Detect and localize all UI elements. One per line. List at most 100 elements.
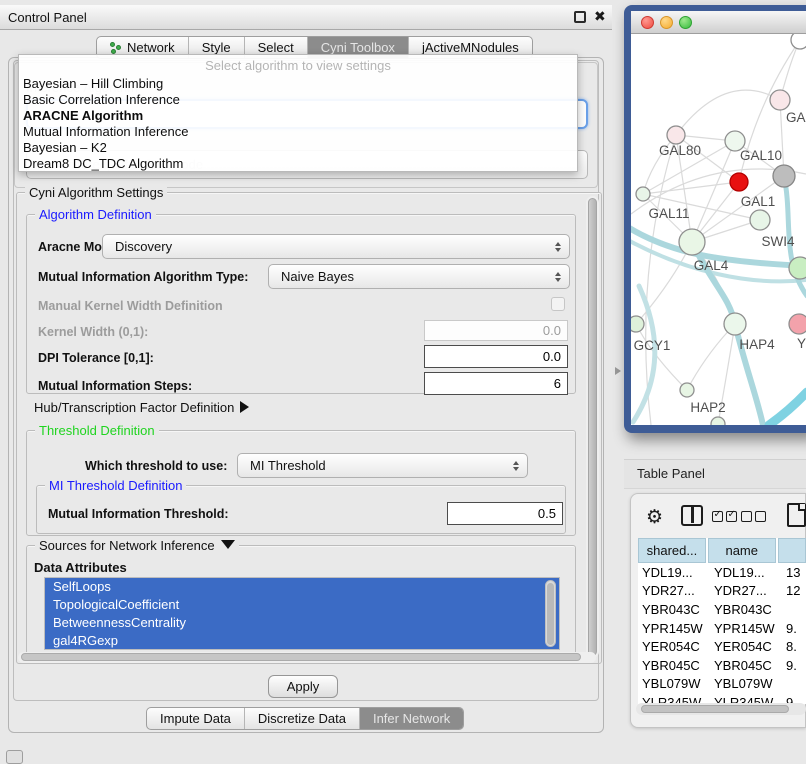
attribute-item-selected[interactable]: BetweennessCentrality: [45, 614, 559, 632]
float-window-icon[interactable]: [574, 11, 586, 23]
which-threshold-combobox[interactable]: MI Threshold: [237, 453, 528, 478]
algorithm-option[interactable]: Mutual Information Inference: [19, 124, 577, 140]
algorithm-option[interactable]: Bayesian – Hill Climbing: [19, 76, 577, 92]
mi-steps-field[interactable]: 6: [424, 372, 568, 395]
network-node[interactable]: [750, 210, 770, 230]
table-row[interactable]: YBL079WYBL079W: [638, 675, 806, 694]
tab-style-label: Style: [202, 40, 231, 55]
table-row[interactable]: YDR27...YDR27...12: [638, 582, 806, 601]
table-row[interactable]: YDL19...YDL19...13: [638, 563, 806, 582]
attribute-list-scrollbar[interactable]: [545, 580, 556, 647]
data-attributes-list[interactable]: SelfLoops TopologicalCoefficient Between…: [44, 577, 560, 650]
network-canvas[interactable]: GAL GAL80 GAL10 GAL1 GAL11 SWI4 GAL4 GCY…: [631, 34, 806, 425]
table-cell: 8.: [786, 639, 806, 654]
network-node[interactable]: [724, 313, 746, 335]
gear-icon[interactable]: ⚙: [646, 506, 663, 529]
table-cell: 13: [786, 565, 806, 580]
split-view-icon[interactable]: [681, 505, 703, 526]
table-panel-title: Table Panel: [637, 466, 705, 481]
dpi-tolerance-field[interactable]: 0.0: [424, 345, 568, 368]
table-row[interactable]: YBR045CYBR045C9.: [638, 656, 806, 675]
hub-definition-expander[interactable]: Hub/Transcription Factor Definition: [34, 400, 249, 415]
node-label: HAP2: [690, 400, 725, 415]
column-header[interactable]: name: [708, 538, 776, 563]
network-node[interactable]: [667, 126, 685, 144]
network-node[interactable]: [631, 316, 644, 332]
node-label: GAL11: [648, 206, 689, 221]
algorithm-popup-placeholder: Select algorithm to view settings: [19, 55, 577, 76]
table-horizontal-scrollbar[interactable]: [636, 703, 806, 715]
mi-type-value: Naive Bayes: [281, 269, 354, 284]
mi-threshold-field[interactable]: 0.5: [447, 502, 563, 525]
network-node[interactable]: [791, 34, 806, 49]
network-node-gray[interactable]: [773, 165, 795, 187]
close-icon[interactable]: ✖: [594, 8, 606, 25]
aracne-mode-combobox[interactable]: Discovery: [102, 234, 570, 259]
splitter-collapse-icon[interactable]: [615, 367, 621, 375]
table-cell: YDR27...: [638, 583, 712, 598]
tab-impute-data-label: Impute Data: [160, 711, 231, 726]
kernel-width-field[interactable]: 0.0: [424, 320, 568, 341]
mac-close-button[interactable]: [641, 16, 654, 29]
deselect-all-icon[interactable]: [741, 511, 766, 522]
table-cell: YBL079W: [638, 676, 712, 691]
table-row[interactable]: YBR043CYBR043C: [638, 600, 806, 619]
network-edge: [687, 324, 735, 390]
node-label: GAL1: [741, 194, 776, 209]
mac-zoom-button[interactable]: [679, 16, 692, 29]
network-node[interactable]: [680, 383, 694, 397]
threshold-definition-title: Threshold Definition: [35, 423, 159, 438]
table-row[interactable]: YPR145WYPR145W9.: [638, 619, 806, 638]
attribute-item-selected[interactable]: gal4RGexp: [45, 632, 559, 650]
scrollbar-thumb[interactable]: [547, 583, 554, 645]
aracne-mode-value: Discovery: [115, 239, 172, 254]
manual-kernel-checkbox[interactable]: [551, 297, 565, 311]
algorithm-option[interactable]: Dream8 DC_TDC Algorithm: [19, 156, 577, 172]
table-cell: 9.: [786, 621, 806, 636]
settings-vertical-scrollbar[interactable]: [586, 196, 599, 658]
network-edge: [636, 242, 692, 324]
column-header[interactable]: [778, 538, 806, 563]
network-graph: GAL GAL80 GAL10 GAL1 GAL11 SWI4 GAL4 GCY…: [631, 34, 806, 425]
network-node[interactable]: [711, 417, 725, 425]
unchecked-checkbox-icon: [741, 511, 752, 522]
table-row[interactable]: YER054CYER054C8.: [638, 637, 806, 656]
network-icon: [110, 42, 122, 54]
network-node[interactable]: [789, 257, 806, 279]
node-label: GAL: [786, 110, 806, 125]
sources-expander[interactable]: Sources for Network Inference: [35, 538, 239, 553]
network-node[interactable]: [789, 314, 806, 334]
algorithm-option[interactable]: Bayesian – K2: [19, 140, 577, 156]
network-edge-thick: [633, 286, 655, 422]
network-window-titlebar[interactable]: [631, 11, 806, 34]
tab-impute-data[interactable]: Impute Data: [147, 708, 245, 729]
apply-button[interactable]: Apply: [268, 675, 338, 698]
document-icon[interactable]: [787, 503, 806, 527]
scrollbar-thumb[interactable]: [21, 653, 581, 661]
attribute-item-selected[interactable]: SelfLoops: [45, 578, 559, 596]
network-node[interactable]: [770, 90, 790, 110]
settings-horizontal-scrollbar[interactable]: [18, 652, 596, 663]
tab-discretize-data-label: Discretize Data: [258, 711, 346, 726]
table-cell: 12: [786, 583, 806, 598]
node-table: shared... name YDL19...YDL19...13 YDR27.…: [638, 538, 806, 704]
select-all-icon[interactable]: [712, 511, 737, 522]
network-node-red[interactable]: [730, 173, 748, 191]
scrollbar-thumb[interactable]: [588, 198, 597, 656]
manual-kernel-label: Manual Kernel Width Definition: [38, 299, 223, 313]
mi-type-combobox[interactable]: Naive Bayes: [268, 264, 570, 289]
table-cell: 9.: [786, 658, 806, 673]
table-cell: YBL079W: [712, 676, 786, 691]
sources-title: Sources for Network Inference: [39, 538, 215, 553]
network-node[interactable]: [636, 187, 650, 201]
attribute-item-selected[interactable]: TopologicalCoefficient: [45, 596, 559, 614]
kernel-width-label: Kernel Width (0,1):: [38, 325, 148, 339]
tab-infer-network[interactable]: Infer Network: [360, 708, 463, 729]
tab-discretize-data[interactable]: Discretize Data: [245, 708, 360, 729]
mac-minimize-button[interactable]: [660, 16, 673, 29]
network-node[interactable]: [679, 229, 705, 255]
column-header[interactable]: shared...: [638, 538, 706, 563]
algorithm-option[interactable]: Basic Correlation Inference: [19, 92, 577, 108]
algorithm-option-selected[interactable]: ARACNE Algorithm: [19, 108, 577, 124]
scrollbar-thumb[interactable]: [641, 705, 789, 713]
